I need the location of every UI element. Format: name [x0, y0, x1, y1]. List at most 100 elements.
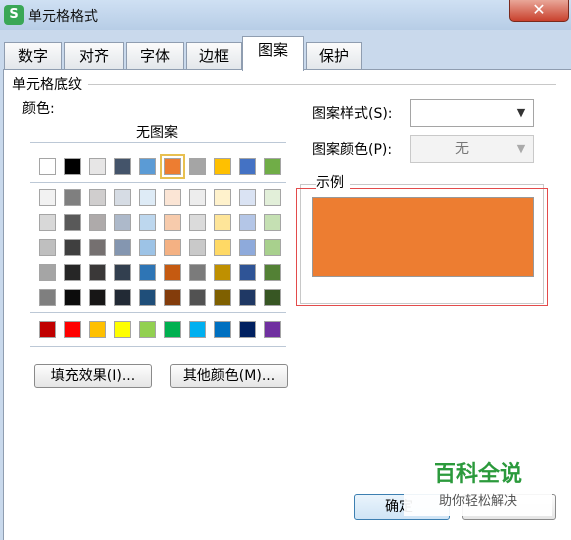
pattern-color-label: 图案颜色(P):: [312, 142, 393, 158]
tab-number[interactable]: 数字: [4, 42, 62, 70]
color-swatch[interactable]: [264, 264, 281, 281]
color-swatch[interactable]: [264, 321, 281, 338]
color-swatch[interactable]: [264, 189, 281, 206]
color-swatch[interactable]: [64, 321, 81, 338]
color-swatch[interactable]: [39, 264, 56, 281]
color-swatch[interactable]: [164, 189, 181, 206]
color-swatch[interactable]: [64, 264, 81, 281]
tab-border[interactable]: 边框: [186, 42, 242, 70]
color-swatch[interactable]: [239, 214, 256, 231]
example-preview: [312, 197, 534, 277]
color-swatch[interactable]: [64, 289, 81, 306]
no-pattern-option[interactable]: 无图案: [136, 122, 178, 142]
color-swatch[interactable]: [164, 214, 181, 231]
tab-alignment[interactable]: 对齐: [64, 42, 124, 70]
color-swatch[interactable]: [164, 289, 181, 306]
color-swatch[interactable]: [114, 189, 131, 206]
color-swatch[interactable]: [39, 321, 56, 338]
color-swatch[interactable]: [114, 239, 131, 256]
color-label: 颜色:: [22, 101, 55, 117]
color-swatch[interactable]: [139, 239, 156, 256]
color-swatch[interactable]: [64, 158, 81, 175]
watermark-subtitle: 助你轻松解决: [438, 494, 517, 509]
color-swatch[interactable]: [164, 239, 181, 256]
color-swatch[interactable]: [39, 214, 56, 231]
color-swatch[interactable]: [239, 264, 256, 281]
color-swatch[interactable]: [164, 321, 181, 338]
color-swatch[interactable]: [214, 189, 231, 206]
color-swatch[interactable]: [139, 321, 156, 338]
color-swatch[interactable]: [114, 289, 131, 306]
color-swatch[interactable]: [189, 289, 206, 306]
color-swatch[interactable]: [139, 289, 156, 306]
color-swatch[interactable]: [114, 264, 131, 281]
dialog-title: 单元格格式: [28, 9, 98, 25]
color-swatch[interactable]: [189, 158, 206, 175]
color-swatch[interactable]: [114, 321, 131, 338]
color-swatch[interactable]: [214, 264, 231, 281]
color-swatch[interactable]: [214, 158, 231, 175]
color-swatch[interactable]: [264, 239, 281, 256]
example-label: 示例: [316, 172, 350, 192]
pattern-color-select[interactable]: 无 ▼: [410, 135, 534, 163]
fill-effects-button[interactable]: 填充效果(I)...: [34, 364, 152, 388]
color-swatch[interactable]: [89, 189, 106, 206]
app-icon: S: [4, 5, 24, 25]
color-swatch[interactable]: [239, 189, 256, 206]
color-swatch[interactable]: [64, 239, 81, 256]
tab-font[interactable]: 字体: [126, 42, 184, 70]
color-swatch[interactable]: [89, 214, 106, 231]
chevron-down-icon: ▼: [516, 106, 526, 119]
color-swatch[interactable]: [114, 214, 131, 231]
color-swatch[interactable]: [89, 239, 106, 256]
color-swatch[interactable]: [39, 239, 56, 256]
color-swatch[interactable]: [214, 214, 231, 231]
pattern-style-select[interactable]: ▼: [410, 99, 534, 127]
color-swatch[interactable]: [139, 264, 156, 281]
watermark-title: 百科全说: [433, 462, 522, 487]
color-swatch[interactable]: [189, 239, 206, 256]
group-divider: [12, 84, 556, 85]
color-swatch[interactable]: [64, 214, 81, 231]
more-colors-button[interactable]: 其他颜色(M)...: [170, 364, 288, 388]
color-swatch[interactable]: [189, 264, 206, 281]
color-swatch[interactable]: [89, 264, 106, 281]
color-swatch[interactable]: [264, 158, 281, 175]
color-swatch[interactable]: [239, 239, 256, 256]
watermark: 百科全说 助你轻松解决: [404, 446, 552, 516]
color-swatch[interactable]: [189, 189, 206, 206]
color-swatch[interactable]: [239, 289, 256, 306]
color-swatch[interactable]: [89, 158, 106, 175]
tab-pattern[interactable]: 图案: [242, 36, 304, 71]
color-swatch[interactable]: [239, 158, 256, 175]
color-swatch[interactable]: [189, 214, 206, 231]
color-swatch[interactable]: [89, 289, 106, 306]
color-swatch[interactable]: [64, 189, 81, 206]
color-swatch[interactable]: [114, 158, 131, 175]
color-swatch[interactable]: [139, 158, 156, 175]
color-swatch[interactable]: [39, 289, 56, 306]
color-swatch[interactable]: [214, 239, 231, 256]
close-button[interactable]: ✕: [509, 0, 569, 22]
color-swatch[interactable]: [139, 214, 156, 231]
color-swatch[interactable]: [214, 321, 231, 338]
color-swatch[interactable]: [160, 154, 185, 179]
color-swatch[interactable]: [264, 214, 281, 231]
tab-strip: 数字 对齐 字体 边框 图案 保护: [0, 36, 571, 71]
color-swatch[interactable]: [39, 189, 56, 206]
color-swatch[interactable]: [239, 321, 256, 338]
color-swatch[interactable]: [164, 264, 181, 281]
color-swatch[interactable]: [89, 321, 106, 338]
palette-separator: [30, 312, 286, 313]
color-swatch[interactable]: [139, 189, 156, 206]
palette-separator: [30, 346, 286, 347]
tab-protection[interactable]: 保护: [306, 42, 362, 70]
color-swatch[interactable]: [39, 158, 56, 175]
chevron-down-icon: ▼: [516, 142, 526, 155]
color-swatch[interactable]: [214, 289, 231, 306]
color-swatch[interactable]: [189, 321, 206, 338]
palette-separator: [30, 142, 286, 143]
color-swatch[interactable]: [264, 289, 281, 306]
shading-group-title: 单元格底纹: [12, 74, 88, 94]
palette-separator: [30, 182, 286, 183]
